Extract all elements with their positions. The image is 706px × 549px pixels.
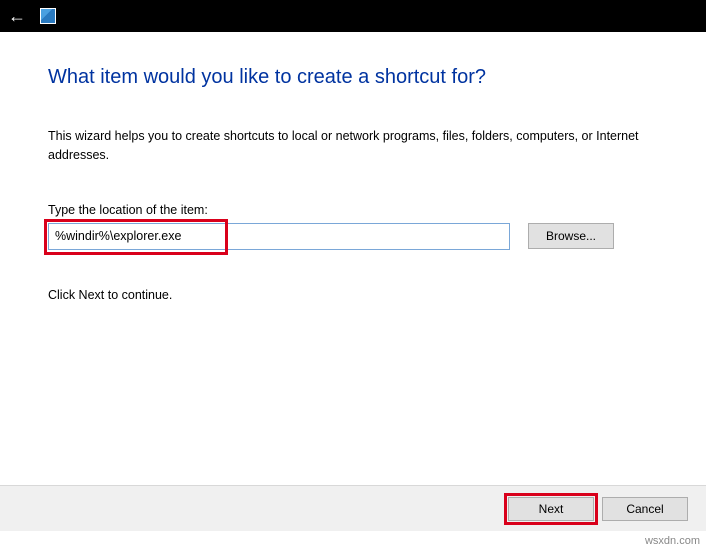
wizard-content: What item would you like to create a sho…: [0, 32, 706, 302]
wizard-description: This wizard helps you to create shortcut…: [48, 127, 658, 165]
wizard-footer: Next Cancel: [0, 485, 706, 531]
watermark-text: wsxdn.com: [645, 535, 700, 547]
titlebar: ←: [0, 0, 706, 32]
next-button[interactable]: Next: [508, 497, 594, 521]
continue-instruction: Click Next to continue.: [48, 288, 658, 302]
browse-button[interactable]: Browse...: [528, 223, 614, 249]
location-label: Type the location of the item:: [48, 203, 658, 217]
location-input-wrap: [48, 223, 510, 250]
annotation-highlight-next: Next: [508, 497, 594, 521]
cancel-button[interactable]: Cancel: [602, 497, 688, 521]
wizard-heading: What item would you like to create a sho…: [48, 66, 658, 89]
back-arrow-icon[interactable]: ←: [8, 7, 26, 25]
location-input[interactable]: [48, 223, 510, 250]
location-input-row: Browse...: [48, 223, 658, 250]
shortcut-wizard-icon: [40, 8, 56, 24]
